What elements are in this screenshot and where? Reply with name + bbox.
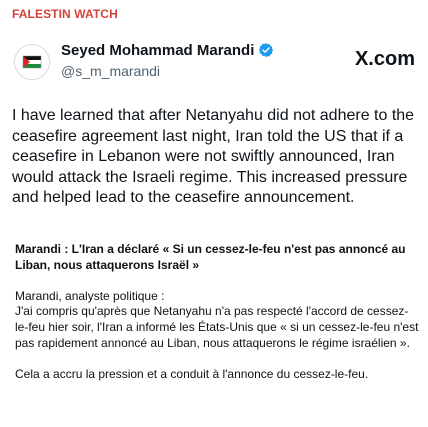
author-name-text: Seyed Mohammad Marandi [61,42,255,59]
translation-quote: J'ai compris qu'après que Netanyahu n'a … [15,304,419,350]
translation-conclusion: Cela a accru la pression et a conduit à … [15,366,369,381]
verified-badge-icon [259,43,274,57]
author-handle[interactable]: @s_m_marandi [61,63,160,79]
translation-intro: Marandi, analyste politique : [15,288,165,303]
x-logo[interactable]: X.com [355,48,415,71]
author-name[interactable]: Seyed Mohammad Marandi [61,42,274,59]
source-logo-text: X.com [354,48,415,70]
channel-name[interactable]: FALESTIN WATCH [12,7,118,21]
avatar[interactable] [14,44,50,80]
translation-block: Marandi : L'Iran a déclaré « Si un cesse… [15,242,420,382]
tweet-text: I have learned that after Netanyahu did … [12,107,415,207]
translation-headline: Marandi : L'Iran a déclaré « Si un cesse… [15,242,406,272]
palestine-flag-avatar-icon [15,45,49,79]
tweet-header: Seyed Mohammad Marandi @s_m_marandi X.co… [12,34,416,96]
message-bubble: FALESTIN WATCH Seyed Mohammad Marandi @s… [0,0,428,427]
